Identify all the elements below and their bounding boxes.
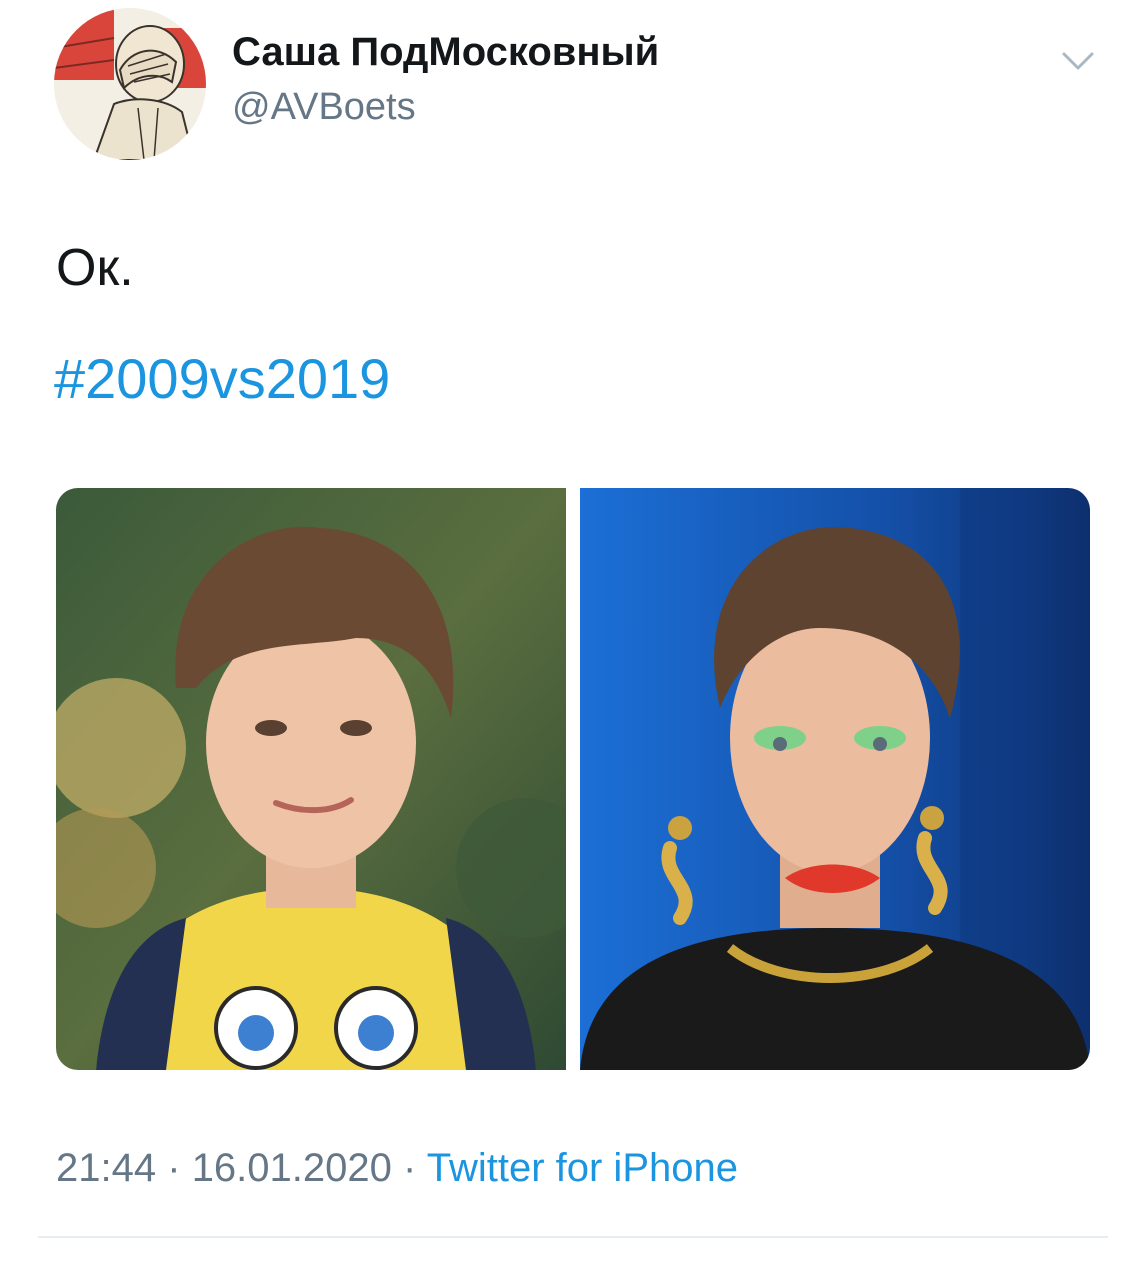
author-handle[interactable]: @AVBoets bbox=[232, 86, 416, 129]
tweet-meta: 21:44 · 16.01.2020 · Twitter for iPhone bbox=[56, 1146, 738, 1191]
tweet-text: Ок. bbox=[56, 239, 134, 297]
tweet-time: 21:44 bbox=[56, 1146, 157, 1190]
author-avatar[interactable] bbox=[54, 8, 206, 160]
tweet-source-link[interactable]: Twitter for iPhone bbox=[427, 1146, 738, 1190]
meta-separator: · bbox=[403, 1146, 417, 1190]
chevron-down-icon bbox=[1062, 52, 1094, 70]
meta-separator: · bbox=[167, 1146, 181, 1190]
adult-makeup-image bbox=[580, 488, 1090, 1070]
hashtag-link[interactable]: #2009vs2019 bbox=[54, 346, 390, 411]
child-portrait-image bbox=[56, 488, 566, 1070]
child-portrait-photo[interactable] bbox=[56, 488, 566, 1070]
tweet-date: 16.01.2020 bbox=[191, 1146, 392, 1190]
facepalm-avatar-icon bbox=[54, 8, 206, 160]
adult-makeup-photo[interactable] bbox=[580, 488, 1090, 1070]
tweet-media bbox=[56, 488, 1090, 1070]
divider bbox=[38, 1236, 1108, 1238]
author-display-name[interactable]: Саша ПодМосковный bbox=[232, 30, 659, 75]
tweet-menu-button[interactable] bbox=[1056, 44, 1100, 78]
